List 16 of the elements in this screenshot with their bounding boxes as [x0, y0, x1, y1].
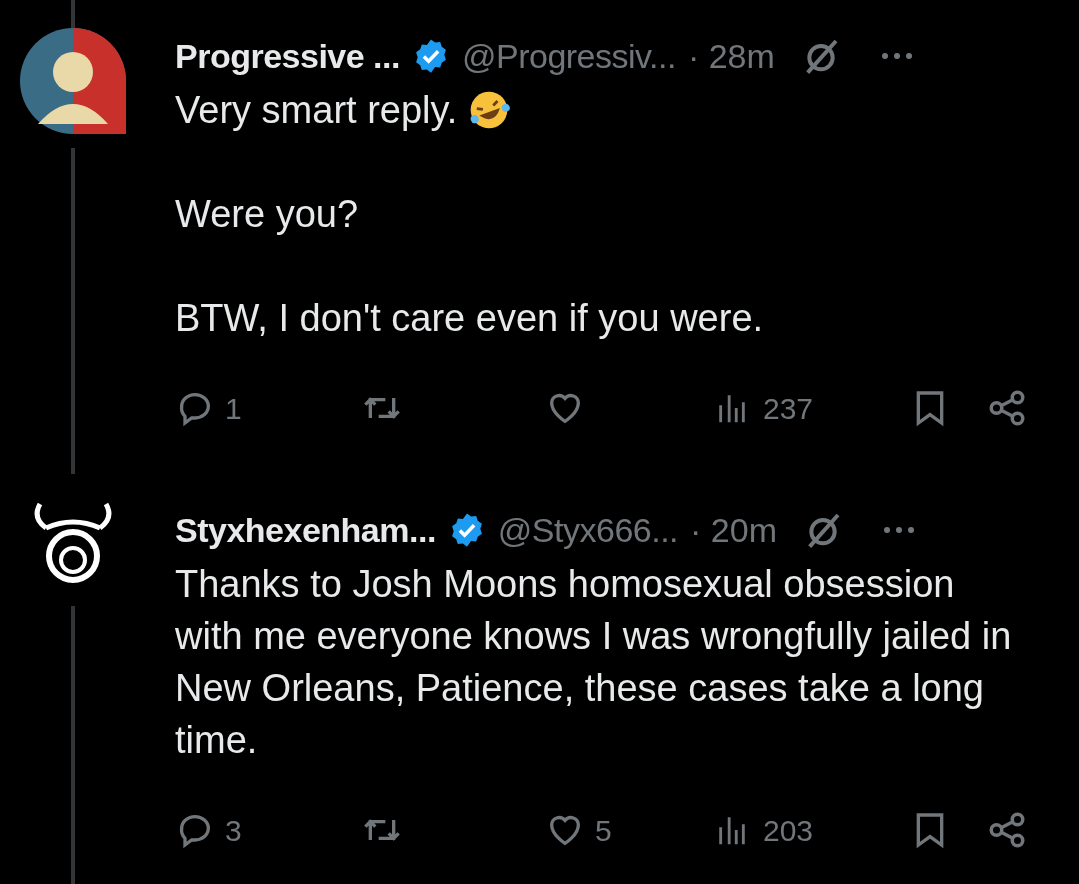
post-text: Were you?	[175, 192, 359, 237]
view-count: 237	[763, 390, 814, 427]
post-text: Very smart reply.	[175, 88, 458, 133]
user-handle[interactable]: @Progressiv...	[461, 30, 676, 82]
view-count: 203	[763, 812, 814, 849]
post-time[interactable]: · 20m	[690, 504, 777, 556]
post-text: BTW, I don't care even if you were.	[175, 296, 764, 341]
post-time[interactable]: · 28m	[687, 30, 775, 82]
post-text: Thanks to Josh Moons homosexual obsession with me everyone knows I was wrongfully jailed in New Orleans, Patience, these cases take a long time.	[175, 562, 1013, 763]
display-name[interactable]: Progressive ...	[175, 30, 400, 82]
like-count: 5	[595, 812, 612, 849]
reply-count: 1	[225, 390, 242, 427]
display-name[interactable]: Styxhexenham...	[175, 504, 436, 556]
reply-count: 3	[225, 812, 242, 849]
user-handle[interactable]: @Styx666...	[497, 504, 679, 556]
avatar[interactable]	[19, 28, 126, 134]
